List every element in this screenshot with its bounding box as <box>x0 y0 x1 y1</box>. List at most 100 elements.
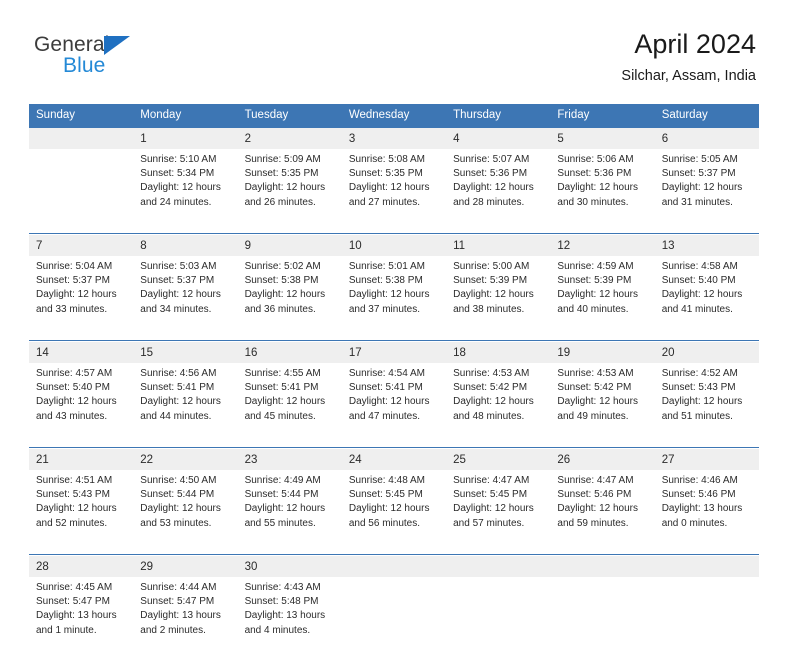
daylight-text-line2: and 0 minutes. <box>661 517 728 529</box>
day-cell[interactable]: Sunrise: 4:56 AM Sunset: 5:41 PM Dayligh… <box>133 363 238 437</box>
day-number[interactable]: 28 <box>29 556 134 577</box>
day-cell[interactable]: Sunrise: 4:53 AM Sunset: 5:42 PM Dayligh… <box>446 363 551 437</box>
day-number[interactable]: 12 <box>550 235 655 256</box>
day-cell[interactable]: Sunrise: 5:00 AM Sunset: 5:39 PM Dayligh… <box>446 256 551 330</box>
day-number[interactable]: 19 <box>550 342 655 363</box>
day-cell[interactable]: Sunrise: 5:05 AM Sunset: 5:37 PM Dayligh… <box>654 149 759 223</box>
day-number[interactable]: 24 <box>341 449 447 470</box>
day-cell[interactable]: Sunrise: 5:08 AM Sunset: 5:35 PM Dayligh… <box>341 149 447 223</box>
daylight-text-line2: and 36 minutes. <box>244 303 316 315</box>
day-number[interactable] <box>446 556 551 577</box>
day-number[interactable]: 20 <box>654 342 759 363</box>
day-number[interactable]: 2 <box>237 128 342 149</box>
day-cell[interactable]: Sunrise: 4:47 AM Sunset: 5:45 PM Dayligh… <box>446 470 551 544</box>
day-cell[interactable]: Sunrise: 4:46 AM Sunset: 5:46 PM Dayligh… <box>654 470 759 544</box>
day-number[interactable] <box>550 556 655 577</box>
daylight-text-line1: Daylight: 12 hours <box>36 396 117 408</box>
day-cell[interactable]: Sunrise: 4:58 AM Sunset: 5:40 PM Dayligh… <box>654 256 759 330</box>
week-row-details: Sunrise: 5:10 AM Sunset: 5:34 PM Dayligh… <box>29 149 759 223</box>
day-cell[interactable]: Sunrise: 5:03 AM Sunset: 5:37 PM Dayligh… <box>133 256 238 330</box>
week-row-daynumbers: 28 29 30 <box>29 556 759 577</box>
daylight-text-line1: Daylight: 12 hours <box>348 182 430 194</box>
day-number[interactable]: 11 <box>446 235 551 256</box>
day-cell[interactable]: Sunrise: 5:06 AM Sunset: 5:36 PM Dayligh… <box>550 149 655 223</box>
day-number[interactable]: 15 <box>133 342 238 363</box>
sunset-text: Sunset: 5:38 PM <box>244 275 319 287</box>
daylight-text-line1: Daylight: 12 hours <box>557 289 639 301</box>
day-cell[interactable]: Sunrise: 4:48 AM Sunset: 5:45 PM Dayligh… <box>341 470 447 544</box>
day-cell[interactable]: Sunrise: 4:47 AM Sunset: 5:46 PM Dayligh… <box>550 470 655 544</box>
sunrise-text: Sunrise: 4:59 AM <box>557 261 634 272</box>
daylight-text-line1: Daylight: 13 hours <box>661 503 743 515</box>
day-number[interactable]: 13 <box>654 235 759 256</box>
daylight-text-line2: and 59 minutes. <box>557 517 629 529</box>
sunset-text: Sunset: 5:39 PM <box>557 275 632 287</box>
day-number[interactable]: 25 <box>446 449 551 470</box>
daylight-text-line2: and 52 minutes. <box>36 517 108 529</box>
day-cell[interactable]: Sunrise: 5:07 AM Sunset: 5:36 PM Dayligh… <box>446 149 551 223</box>
day-cell[interactable]: Sunrise: 5:04 AM Sunset: 5:37 PM Dayligh… <box>29 256 134 330</box>
day-number[interactable]: 22 <box>133 449 238 470</box>
daylight-text-line2: and 43 minutes. <box>36 410 108 422</box>
weekday-header-tuesday: Tuesday <box>237 104 342 128</box>
day-number[interactable]: 21 <box>29 449 134 470</box>
daylight-text-line1: Daylight: 12 hours <box>244 503 326 515</box>
day-number[interactable]: 10 <box>341 235 447 256</box>
day-cell[interactable]: Sunrise: 5:09 AM Sunset: 5:35 PM Dayligh… <box>237 149 342 223</box>
day-number[interactable]: 27 <box>654 449 759 470</box>
day-number[interactable]: 7 <box>29 235 134 256</box>
day-number[interactable]: 30 <box>237 556 342 577</box>
day-number[interactable]: 29 <box>133 556 238 577</box>
day-cell[interactable]: Sunrise: 4:57 AM Sunset: 5:40 PM Dayligh… <box>29 363 134 437</box>
day-number[interactable]: 3 <box>341 128 447 149</box>
week-row-daynumbers: 7 8 9 10 11 12 13 <box>29 235 759 256</box>
day-number[interactable] <box>654 556 759 577</box>
page-header: General Blue April 2024 Silchar, Assam, … <box>0 0 792 100</box>
day-cell[interactable]: Sunrise: 4:53 AM Sunset: 5:42 PM Dayligh… <box>550 363 655 437</box>
daylight-text-line1: Daylight: 12 hours <box>557 396 639 408</box>
daylight-text-line1: Daylight: 12 hours <box>244 289 326 301</box>
day-cell[interactable]: Sunrise: 4:51 AM Sunset: 5:43 PM Dayligh… <box>29 470 134 544</box>
day-number[interactable]: 6 <box>654 128 759 149</box>
day-number[interactable] <box>29 128 134 149</box>
day-number[interactable]: 9 <box>237 235 342 256</box>
day-cell[interactable]: Sunrise: 4:43 AM Sunset: 5:48 PM Dayligh… <box>237 577 342 651</box>
day-number[interactable]: 18 <box>446 342 551 363</box>
day-number[interactable]: 17 <box>341 342 447 363</box>
sunrise-text: Sunrise: 4:48 AM <box>348 475 425 486</box>
day-cell[interactable]: Sunrise: 4:55 AM Sunset: 5:41 PM Dayligh… <box>237 363 342 437</box>
general-blue-logo[interactable]: General Blue <box>34 33 164 81</box>
day-cell[interactable]: Sunrise: 4:44 AM Sunset: 5:47 PM Dayligh… <box>133 577 238 651</box>
sunrise-text: Sunrise: 4:56 AM <box>140 368 217 379</box>
day-number[interactable]: 1 <box>133 128 238 149</box>
daylight-text-line2: and 47 minutes. <box>348 410 421 422</box>
day-cell[interactable]: Sunrise: 4:52 AM Sunset: 5:43 PM Dayligh… <box>654 363 759 437</box>
day-number[interactable]: 16 <box>237 342 342 363</box>
daylight-text-line1: Daylight: 12 hours <box>140 396 221 408</box>
day-cell[interactable]: Sunrise: 4:45 AM Sunset: 5:47 PM Dayligh… <box>29 577 134 651</box>
day-cell[interactable] <box>29 149 134 223</box>
day-cell[interactable]: Sunrise: 5:02 AM Sunset: 5:38 PM Dayligh… <box>237 256 342 330</box>
sunset-text: Sunset: 5:35 PM <box>348 168 423 180</box>
day-cell[interactable]: Sunrise: 4:54 AM Sunset: 5:41 PM Dayligh… <box>341 363 447 437</box>
day-cell[interactable]: Sunrise: 4:50 AM Sunset: 5:44 PM Dayligh… <box>133 470 238 544</box>
day-cell[interactable]: Sunrise: 5:01 AM Sunset: 5:38 PM Dayligh… <box>341 256 447 330</box>
day-cell[interactable]: Sunrise: 4:49 AM Sunset: 5:44 PM Dayligh… <box>237 470 342 544</box>
day-cell[interactable]: Sunrise: 5:10 AM Sunset: 5:34 PM Dayligh… <box>133 149 238 223</box>
daylight-text-line2: and 24 minutes. <box>140 196 212 208</box>
daylight-text-line2: and 4 minutes. <box>244 624 311 636</box>
day-number[interactable]: 8 <box>133 235 238 256</box>
daylight-text-line1: Daylight: 12 hours <box>140 182 221 194</box>
day-number[interactable] <box>341 556 447 577</box>
day-number[interactable]: 14 <box>29 342 134 363</box>
weekday-header-friday: Friday <box>550 104 655 128</box>
day-number[interactable]: 5 <box>550 128 655 149</box>
sunrise-text: Sunrise: 5:07 AM <box>453 154 530 165</box>
daylight-text-line1: Daylight: 12 hours <box>661 289 743 301</box>
sunset-text: Sunset: 5:45 PM <box>453 489 528 501</box>
day-number[interactable]: 23 <box>237 449 342 470</box>
sunset-text: Sunset: 5:47 PM <box>36 596 110 608</box>
day-number[interactable]: 26 <box>550 449 655 470</box>
day-number[interactable]: 4 <box>446 128 551 149</box>
day-cell[interactable]: Sunrise: 4:59 AM Sunset: 5:39 PM Dayligh… <box>550 256 655 330</box>
